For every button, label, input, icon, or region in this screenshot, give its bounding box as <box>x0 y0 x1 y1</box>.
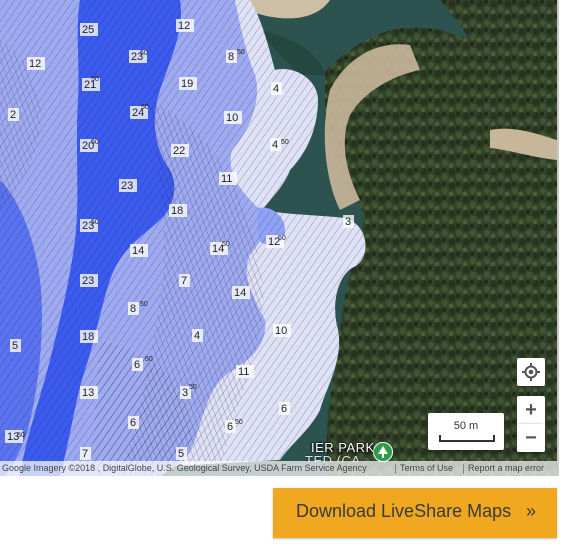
depth-label: 18 <box>82 331 94 343</box>
depth-label: 12 <box>178 20 190 32</box>
contour-marker: 50 <box>17 432 25 439</box>
depth-label: 12 <box>29 58 41 70</box>
contour-marker: 50 <box>91 76 99 83</box>
scale-bar: 50 m <box>428 413 504 450</box>
depth-label: 4 <box>273 83 279 95</box>
download-liveshare-maps-button[interactable]: Download LiveShare Maps » <box>273 488 557 538</box>
map-border <box>557 0 559 476</box>
crosshair-locate-icon <box>522 363 540 381</box>
depth-label: 23 <box>82 275 94 287</box>
depth-label: 10 <box>275 325 287 337</box>
depth-label: 6 <box>130 417 136 429</box>
download-button-label: Download LiveShare Maps <box>296 501 512 521</box>
depth-label: 7 <box>82 448 88 460</box>
depth-label: 6 <box>134 359 140 371</box>
depth-label: 3 <box>345 216 351 228</box>
depth-label: 5 <box>12 340 18 352</box>
contour-marker: 50 <box>278 235 286 242</box>
depth-label: 25 <box>82 24 94 36</box>
contour-marker: 50 <box>91 139 99 146</box>
contour-marker: 50 <box>141 104 149 111</box>
scale-label: 50 m <box>453 420 479 432</box>
depth-label: 6 <box>227 421 233 433</box>
depth-label: 13 <box>82 387 94 399</box>
chevron-right-icon: » <box>526 501 537 521</box>
depth-label: 8 <box>228 51 234 63</box>
depth-label: 3 <box>182 387 188 399</box>
contour-marker: 50 <box>281 139 289 146</box>
terms-of-use-link[interactable]: Terms of Use <box>400 461 453 476</box>
depth-label: 14 <box>132 245 144 257</box>
depth-label: 4 <box>194 330 200 342</box>
depth-label: 2 <box>10 109 16 121</box>
contour-marker: 50 <box>189 384 197 391</box>
contour-marker: 50 <box>145 356 153 363</box>
depth-label: 14 <box>234 287 246 299</box>
contour-marker: 50 <box>91 219 99 226</box>
map-attribution: Google Imagery ©2018 , DigitalGlobe, U.S… <box>0 461 557 476</box>
lake-map[interactable]: 25 12 23 8 12 21 19 4 2 24 10 20 22 4 11 23 18 3 23 12 14 14 2… <box>0 0 557 476</box>
depth-label: 7 <box>181 275 187 287</box>
depth-label: 6 <box>281 403 287 415</box>
attribution-divider <box>395 464 396 474</box>
depth-label: 11 <box>221 173 232 185</box>
zoom-out-button[interactable]: − <box>517 424 545 452</box>
depth-label: 22 <box>173 145 185 157</box>
plus-icon: + <box>525 399 537 421</box>
depth-label: 11 <box>238 366 249 378</box>
contour-marker: 50 <box>222 241 230 248</box>
report-map-error-link[interactable]: Report a map error <box>468 461 544 476</box>
map-canvas[interactable]: 25 1223 81221 19 42 24 1020 22 41123183231214 142… <box>0 0 557 476</box>
contour-marker: 50 <box>140 50 148 57</box>
contour-marker: 50 <box>140 301 148 308</box>
depth-label: 23 <box>121 180 133 192</box>
minus-icon: − <box>525 427 537 449</box>
attribution-divider <box>463 464 464 474</box>
depth-label: 10 <box>226 112 238 124</box>
zoom-divider <box>521 423 541 424</box>
my-location-button[interactable] <box>517 358 545 386</box>
depth-label: 8 <box>130 303 136 315</box>
depth-label: 4 <box>272 139 278 151</box>
attribution-text: Google Imagery ©2018 , DigitalGlobe, U.S… <box>2 463 367 473</box>
contour-marker: 50 <box>235 419 243 426</box>
contour-marker: 50 <box>237 49 245 56</box>
park-tree-icon[interactable] <box>373 442 393 462</box>
scale-ruler <box>439 435 495 442</box>
depth-label: 19 <box>181 78 193 90</box>
depth-label: 18 <box>171 205 183 217</box>
zoom-in-button[interactable]: + <box>517 396 545 424</box>
depth-label: 5 <box>178 448 184 460</box>
